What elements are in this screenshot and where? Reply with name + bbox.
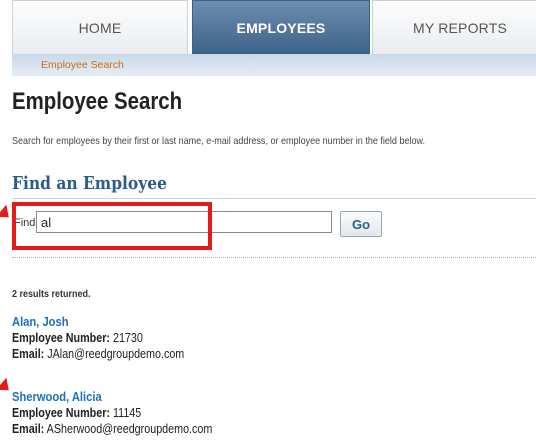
tab-my-reports[interactable]: MY REPORTS [372, 0, 536, 54]
list-item: Sherwood, Alicia Employee Number: 11145 … [12, 389, 245, 436]
find-input[interactable] [36, 211, 332, 233]
result-email: Email: ASherwood@reedgroupdemo.com [12, 422, 212, 436]
page-intro: Search for employees by their first or l… [12, 135, 426, 147]
page-title: Employee Search [12, 88, 183, 115]
go-button[interactable]: Go [340, 211, 382, 237]
result-name-link[interactable]: Alan, Josh [12, 314, 184, 329]
result-employee-number: Employee Number: 21730 [12, 331, 184, 345]
result-name-link[interactable]: Sherwood, Alicia [12, 389, 212, 404]
employee-number-value: 21730 [112, 331, 143, 345]
employee-number-value: 11145 [112, 406, 142, 420]
email-value: JAlan@reedgroupdemo.com [47, 347, 185, 361]
list-item: Alan, Josh Employee Number: 21730 Email:… [12, 314, 212, 361]
find-employee-form: Find: Go [12, 198, 536, 258]
result-email: Email: JAlan@reedgroupdemo.com [12, 347, 184, 361]
email-label: Email: [12, 422, 45, 436]
find-label: Find: [14, 217, 39, 229]
results-count: 2 results returned. [12, 289, 91, 300]
breadcrumb-item-employee-search[interactable]: Employee Search [41, 59, 124, 71]
tab-home[interactable]: HOME [12, 0, 188, 54]
employee-number-label: Employee Number: [12, 406, 110, 420]
main-nav: HOME EMPLOYEES MY REPORTS [12, 0, 536, 56]
email-label: Email: [12, 347, 45, 361]
breadcrumb: Employee Search [12, 54, 536, 76]
tab-employees[interactable]: EMPLOYEES [192, 0, 370, 54]
result-employee-number: Employee Number: 11145 [12, 406, 212, 420]
email-value: ASherwood@reedgroupdemo.com [46, 422, 213, 436]
find-employee-heading: Find an Employee [12, 173, 167, 194]
employee-number-label: Employee Number: [12, 331, 110, 345]
